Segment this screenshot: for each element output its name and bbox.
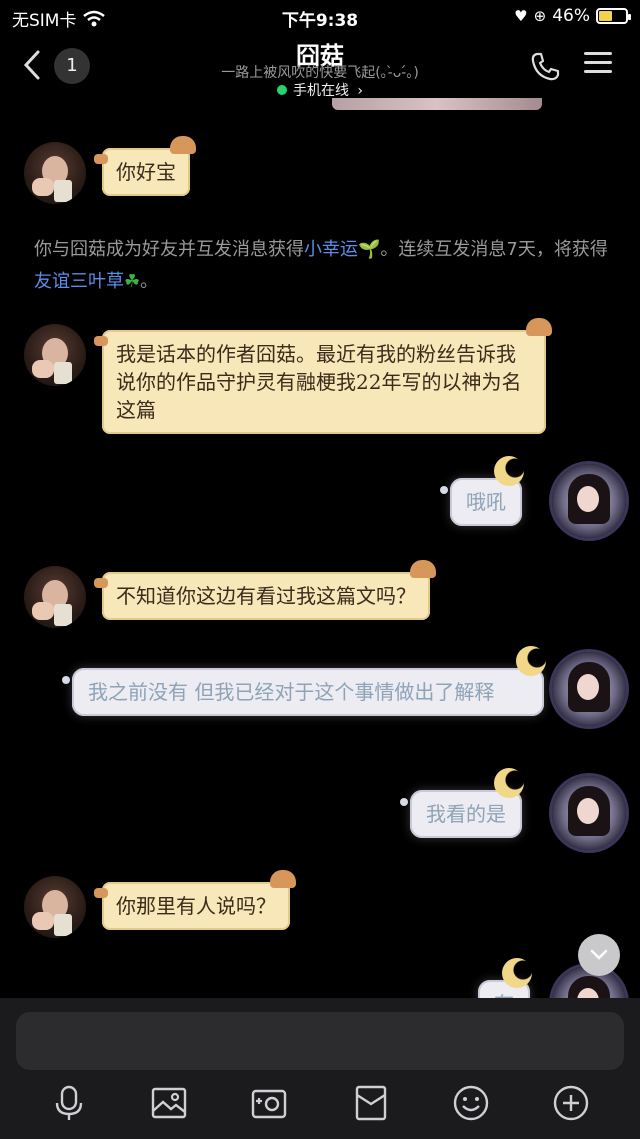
- my-avatar[interactable]: [552, 464, 626, 538]
- voice-button[interactable]: [50, 1084, 88, 1122]
- menu-line-icon: [584, 61, 612, 64]
- online-chevron-icon: ›: [357, 83, 364, 99]
- message-bubble-incoming[interactable]: 不知道你这边有看过我这篇文吗？: [94, 560, 436, 620]
- contact-avatar[interactable]: [24, 876, 86, 938]
- notice-suffix: 。: [140, 271, 159, 292]
- message-bubble-outgoing[interactable]: 哦吼: [440, 456, 524, 526]
- moon-decoration-icon: [516, 646, 546, 676]
- input-panel: [0, 998, 640, 1139]
- bubble-decoration-icon: [94, 578, 108, 588]
- notice-middle: 。连续互发消息7天，将获得: [380, 239, 608, 260]
- clover-link[interactable]: 友谊三叶草: [34, 271, 124, 292]
- bubble-decoration-icon: [94, 336, 108, 346]
- message-text: 我看的是: [426, 802, 506, 826]
- bubble-decoration-icon: [94, 888, 108, 898]
- my-avatar[interactable]: [552, 652, 626, 726]
- chevron-down-icon: [590, 949, 608, 960]
- scroll-to-bottom-button[interactable]: [578, 934, 620, 976]
- online-status-label: 手机在线: [292, 83, 349, 99]
- camera-icon: [251, 1089, 287, 1119]
- status-bar: 无SIM卡 下午9:38 ♥ ⊕ 46%: [0, 0, 640, 34]
- message-text: 你那里有人说吗？: [116, 894, 276, 918]
- cat-decoration-icon: [270, 870, 296, 888]
- message-bubble-outgoing[interactable]: 我之前没有 但我已经对于这个事情做出了解释: [62, 646, 546, 716]
- chat-background-banner: [332, 98, 542, 110]
- message-text: 你好宝: [116, 160, 176, 184]
- camera-button[interactable]: [250, 1084, 288, 1122]
- moon-decoration-icon: [494, 456, 524, 486]
- moon-decoration-icon: [502, 958, 532, 988]
- chat-header: 1 囧菇 一路上被风吹的快要飞起(｡-̀ᴗ-́｡) 手机在线 ›: [0, 34, 640, 100]
- message-text: 我是话本的作者囧菇。最近有我的粉丝告诉我说你的作品守护灵有融梗我22年写的以神为…: [116, 342, 522, 422]
- online-dot-icon: [276, 85, 287, 95]
- red-packet-icon: [355, 1085, 387, 1121]
- sparkle-icon: [62, 676, 70, 684]
- cat-decoration-icon: [526, 318, 552, 336]
- moon-decoration-icon: [494, 768, 524, 798]
- contact-avatar[interactable]: [24, 566, 86, 628]
- contact-avatar[interactable]: [24, 324, 86, 386]
- heart-icon: ♥: [514, 7, 528, 25]
- red-packet-button[interactable]: [352, 1084, 390, 1122]
- more-button[interactable]: [552, 1084, 590, 1122]
- battery-percent: 46%: [552, 6, 590, 26]
- message-bubble-incoming[interactable]: 你好宝: [94, 136, 196, 196]
- clover-icon: ☘: [124, 271, 141, 292]
- menu-line-icon: [584, 70, 612, 73]
- cat-decoration-icon: [410, 560, 436, 578]
- status-right: ♥ ⊕ 46%: [514, 6, 631, 26]
- plus-icon: [553, 1085, 589, 1121]
- lucky-link[interactable]: 小幸运: [304, 239, 358, 260]
- message-input[interactable]: [16, 1012, 624, 1070]
- microphone-icon: [55, 1085, 83, 1120]
- message-text: 哦吼: [466, 490, 506, 514]
- emoji-button[interactable]: [452, 1084, 490, 1122]
- sparkle-icon: [440, 486, 448, 494]
- message-text: 我之前没有 但我已经对于这个事情做出了解释: [88, 680, 495, 704]
- orientation-lock-icon: ⊕: [533, 7, 547, 25]
- message-bubble-incoming[interactable]: 我是话本的作者囧菇。最近有我的粉丝告诉我说你的作品守护灵有融梗我22年写的以神为…: [94, 318, 552, 434]
- cat-decoration-icon: [170, 136, 196, 154]
- bubble-decoration-icon: [94, 154, 108, 164]
- menu-button[interactable]: [584, 52, 612, 80]
- contact-avatar[interactable]: [24, 142, 86, 204]
- my-avatar[interactable]: [552, 776, 626, 850]
- album-button[interactable]: [150, 1084, 188, 1122]
- battery-icon: [596, 8, 631, 24]
- message-text: 不知道你这边有看过我这篇文吗？: [116, 584, 416, 608]
- system-notice: 你与囧菇成为好友并互发消息获得小幸运🌱。连续互发消息7天，将获得友谊三叶草☘。: [34, 234, 614, 298]
- message-bubble-outgoing[interactable]: 我看的是: [400, 768, 524, 838]
- phone-icon: [531, 52, 560, 81]
- emoji-icon: [453, 1085, 489, 1121]
- call-button[interactable]: [528, 50, 562, 84]
- menu-line-icon: [584, 52, 612, 55]
- notice-prefix: 你与囧菇成为好友并互发消息获得: [34, 239, 304, 260]
- sprout-icon: 🌱: [358, 239, 381, 260]
- sparkle-icon: [400, 798, 408, 806]
- message-bubble-incoming[interactable]: 你那里有人说吗？: [94, 870, 296, 930]
- image-icon: [151, 1087, 187, 1119]
